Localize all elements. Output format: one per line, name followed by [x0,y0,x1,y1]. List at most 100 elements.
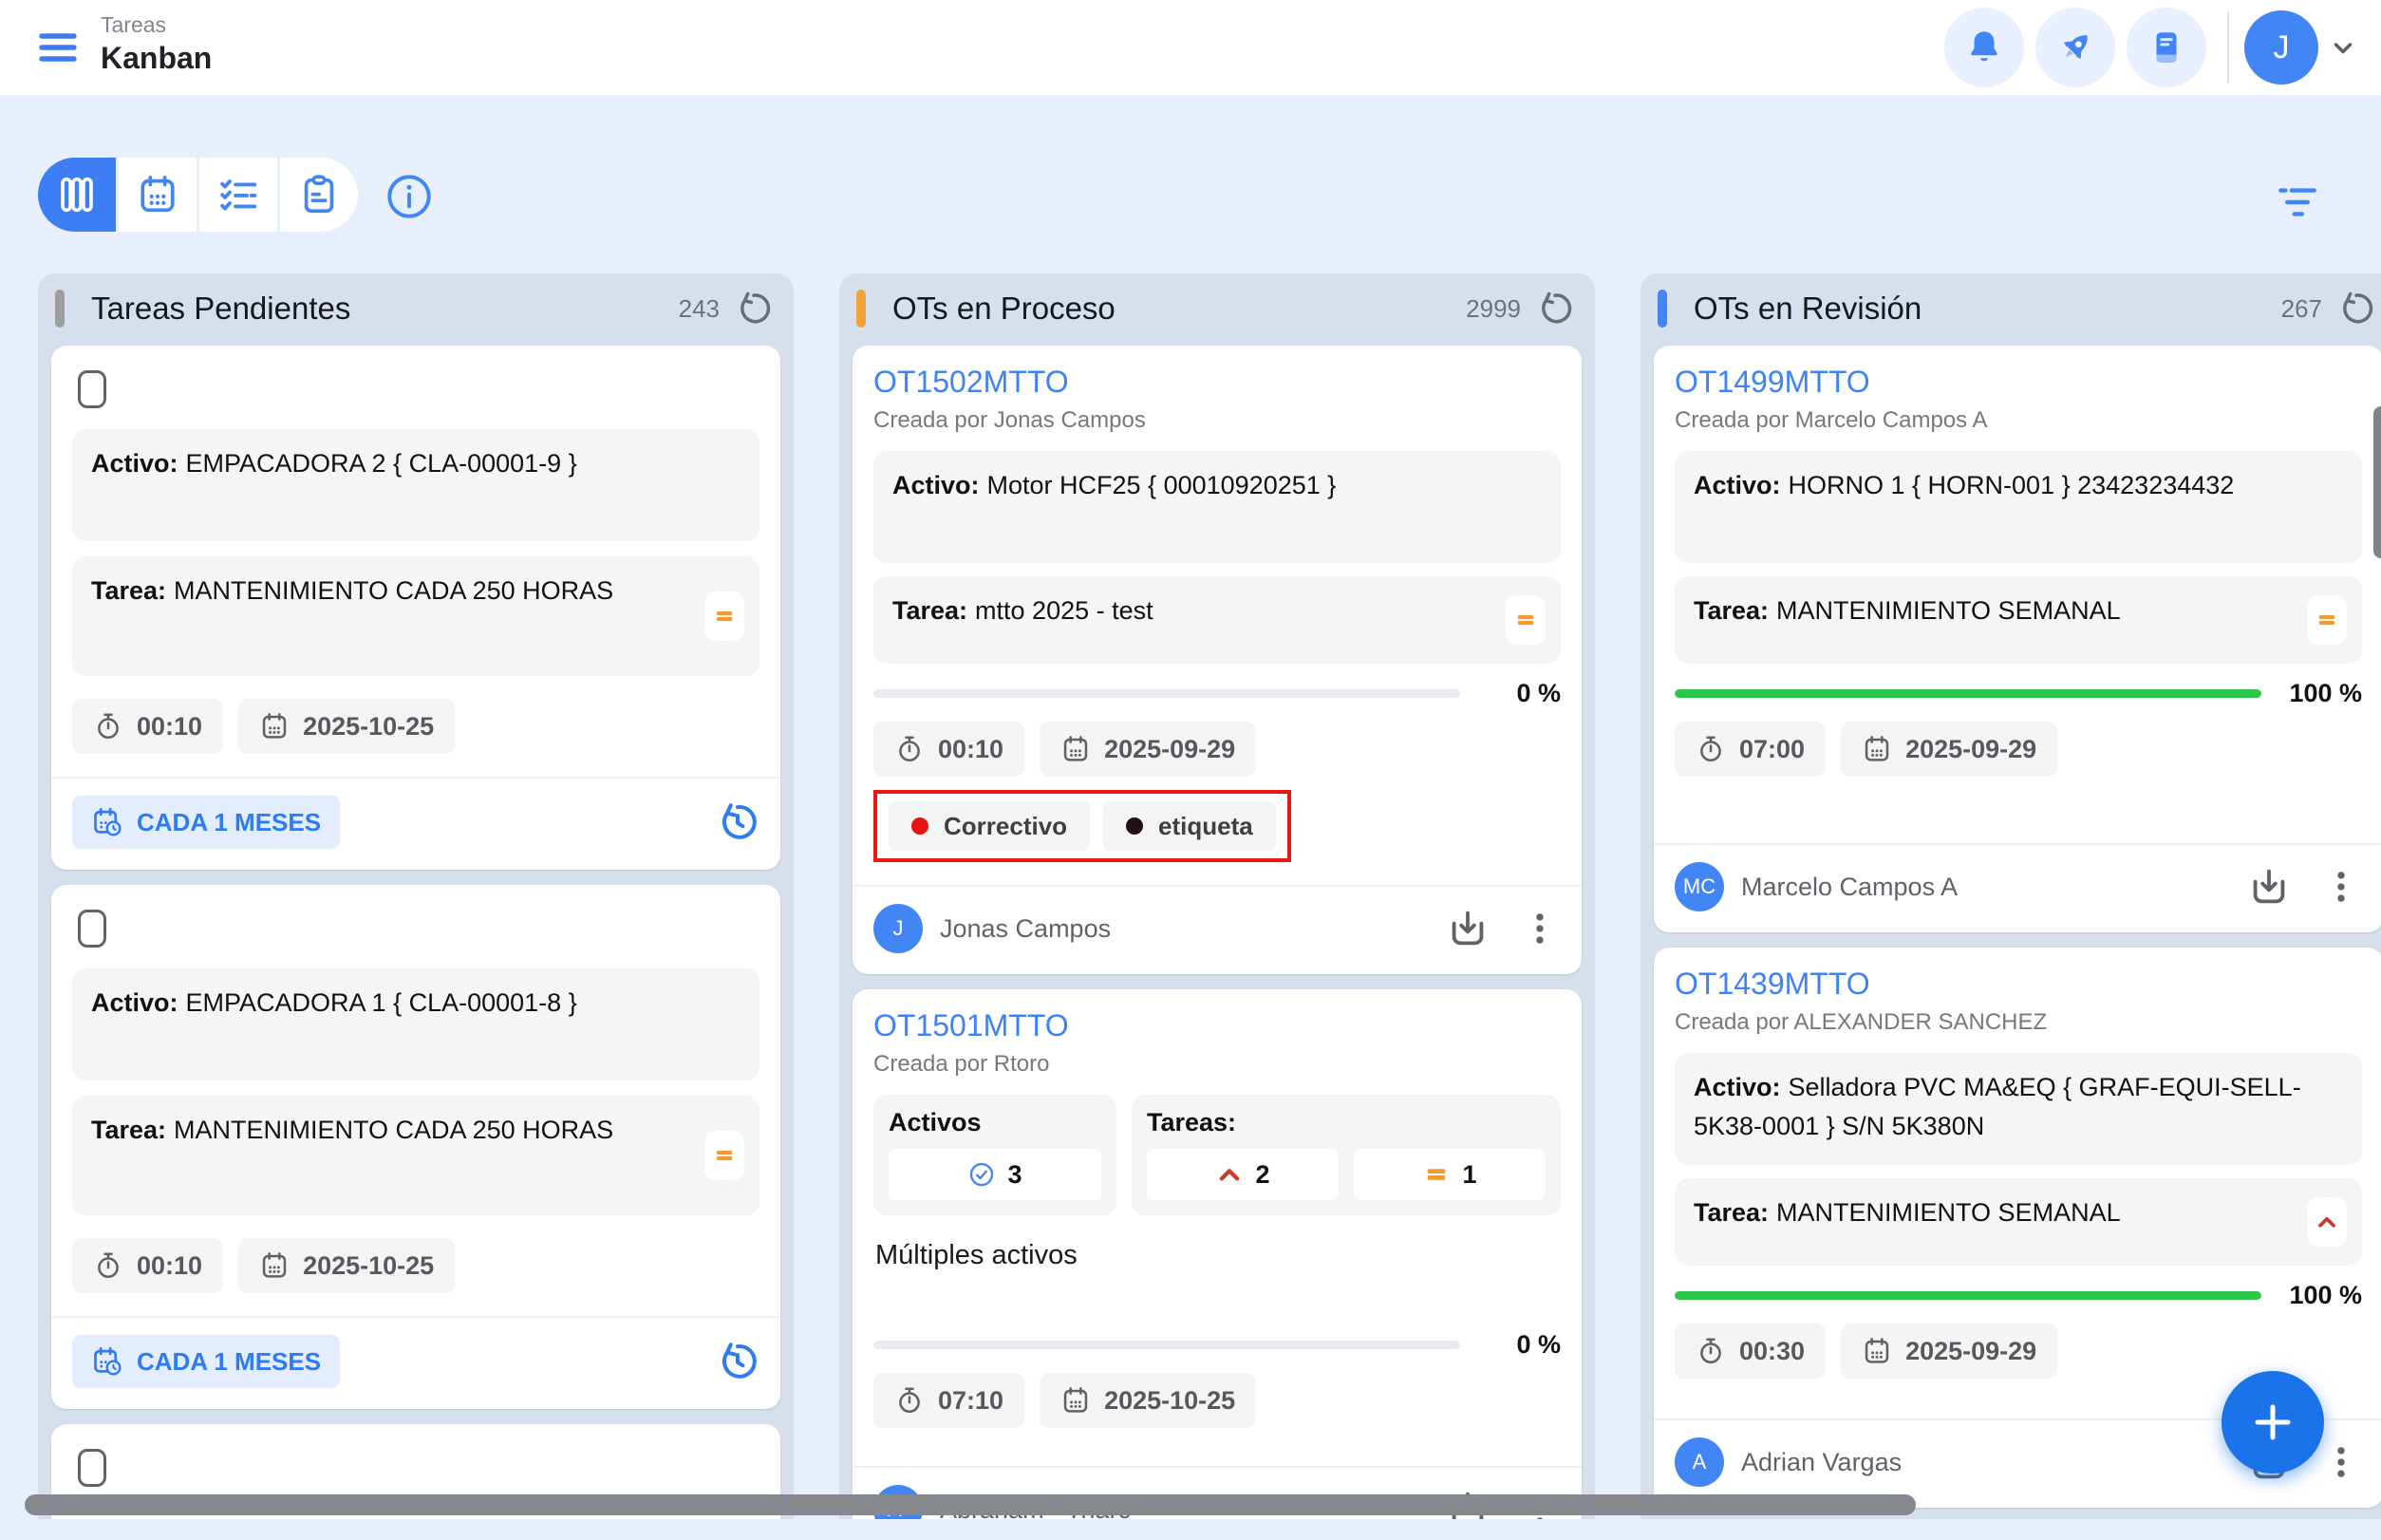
creator-text: Creada por ALEXANDER SANCHEZ [1675,1009,2362,1036]
user-avatar[interactable]: J [2244,10,2318,85]
task-value: MANTENIMIENTO SEMANAL [1776,596,2121,625]
task-label: Tarea: [91,576,166,605]
horizontal-scrollbar[interactable] [25,1494,1916,1515]
tab-calendar-view[interactable] [119,158,197,232]
tab-kanban-view[interactable] [38,158,116,232]
more-menu-button[interactable] [1519,908,1561,949]
tab-orders-view[interactable] [280,158,358,232]
progress-bar: 100 % [1675,1281,2362,1310]
menu-button[interactable] [32,25,84,70]
work-order-card[interactable]: OT1502MTTO Creada por Jonas Campos Activ… [853,346,1582,974]
calendar-icon [259,711,290,742]
work-order-card[interactable]: OT1499MTTO Creada por Marcelo Campos A A… [1654,346,2381,932]
more-menu-button[interactable] [2320,1441,2362,1483]
calendar-icon [259,1250,290,1281]
timer-icon [894,1385,925,1416]
filter-button[interactable] [2271,180,2324,224]
asset-field: Activo:Selladora PVC MA&EQ { GRAF-EQUI-S… [1675,1053,2362,1165]
refresh-button[interactable] [735,290,773,328]
asset-field: Activo:EMPACADORA 1 { CLA-00001-8 } [72,968,759,1080]
kanban-icon [55,173,99,216]
calendar-clock-icon [91,806,123,838]
calendar-icon [1060,1385,1091,1416]
assignee-avatar: A [1675,1437,1724,1487]
history-button[interactable] [716,800,759,844]
meta-chips: 07:10 2025-10-25 [873,1373,1561,1428]
task-checkbox[interactable] [78,370,106,408]
asset-field: Activo: EMPACADORA 2 { CLA-00001-9 } [72,429,759,541]
bell-icon [1964,28,2004,67]
date-chip: 2025-09-29 [1040,722,1256,777]
priority-medium-badge [2307,595,2347,645]
whats-new-button[interactable] [2035,8,2115,87]
more-menu-button[interactable] [2320,866,2362,908]
asset-field: Activo:Motor HCF25 { 00010920251 } [873,451,1561,563]
refresh-button[interactable] [1536,290,1574,328]
task-label: Tarea: [91,1116,166,1144]
assets-label: Activos [889,1108,1101,1137]
tab-list-view[interactable] [199,158,277,232]
add-button[interactable] [2222,1371,2324,1474]
chevron-down-icon[interactable] [2326,30,2360,65]
asset-value: EMPACADORA 2 { CLA-00001-9 } [186,449,577,478]
task-checkbox[interactable] [78,1449,106,1487]
duration-chip: 07:10 [873,1373,1024,1428]
journal-icon [2147,28,2186,67]
calendar-clock-icon [91,1345,123,1378]
assets-summary: Activos 3 [873,1095,1116,1215]
duration-chip: 00:10 [72,699,223,754]
refresh-button[interactable] [2337,290,2375,328]
recurrence-chip: CADA 1 MESES [72,1335,340,1388]
info-icon [384,171,435,222]
duration-chip: 07:00 [1675,722,1826,777]
card-list: OT1499MTTO Creada por Marcelo Campos A A… [1640,344,2381,1519]
work-order-card[interactable]: OT1501MTTO Creada por Rtoro Activos 3 Ta… [853,989,1582,1519]
asset-label: Activo: [1694,1073,1781,1101]
asset-label: Activo: [91,988,178,1017]
priority-medium-badge [704,592,744,641]
download-button[interactable] [1445,906,1490,951]
timer-icon [93,1250,123,1281]
duration-chip: 00:30 [1675,1324,1826,1379]
check-circle-icon [967,1160,996,1189]
timer-icon [1696,1336,1726,1366]
notifications-button[interactable] [1944,8,2024,87]
task-label: Tarea: [1694,596,1769,625]
task-checkbox[interactable] [78,910,106,948]
duration-chip: 00:10 [72,1238,223,1293]
task-card[interactable]: Activo:EMPACADORA 1 { CLA-00001-8 } Tare… [51,885,780,1409]
rocket-icon [2055,28,2095,67]
tasks-label: Tareas: [1147,1108,1546,1137]
timer-icon [894,734,925,764]
work-order-link[interactable]: OT1501MTTO [873,1008,1069,1043]
column-header: OTs en Proceso 2999 [839,273,1595,344]
column-header: OTs en Revisión 267 [1640,273,2381,344]
column-title: Tareas Pendientes [91,291,350,327]
task-card[interactable]: Activo: EMPACADORA 2 { CLA-00001-9 } Tare… [51,346,780,870]
calendar-icon [136,173,179,216]
column-scrollbar[interactable] [2373,406,2381,558]
breadcrumb-section: Tareas [101,12,212,38]
chevron-up-icon [2315,1210,2339,1234]
clipboard-icon [297,173,341,216]
task-value: MANTENIMIENTO SEMANAL [1776,1198,2121,1227]
meta-chips: 00:10 2025-10-25 [72,1238,759,1293]
asset-label: Activo: [91,449,178,478]
history-button[interactable] [716,1340,759,1383]
column-title: OTs en Proceso [892,291,1116,327]
docs-button[interactable] [2127,8,2206,87]
card-footer: CADA 1 MESES [51,1316,780,1390]
download-button[interactable] [2246,864,2292,910]
card-list: OT1502MTTO Creada por Jonas Campos Activ… [839,344,1595,1519]
info-button[interactable] [384,171,435,222]
tag-dot [911,817,928,835]
work-order-link[interactable]: OT1439MTTO [1675,967,1870,1002]
equals-icon [712,1143,737,1168]
view-switcher [38,158,358,232]
footer-actions [2246,864,2362,910]
work-order-link[interactable]: OT1502MTTO [873,365,1069,400]
calendar-icon [1060,734,1091,764]
page-title: Kanban [101,41,212,76]
assignee-avatar: MC [1675,862,1724,911]
work-order-link[interactable]: OT1499MTTO [1675,365,1870,400]
